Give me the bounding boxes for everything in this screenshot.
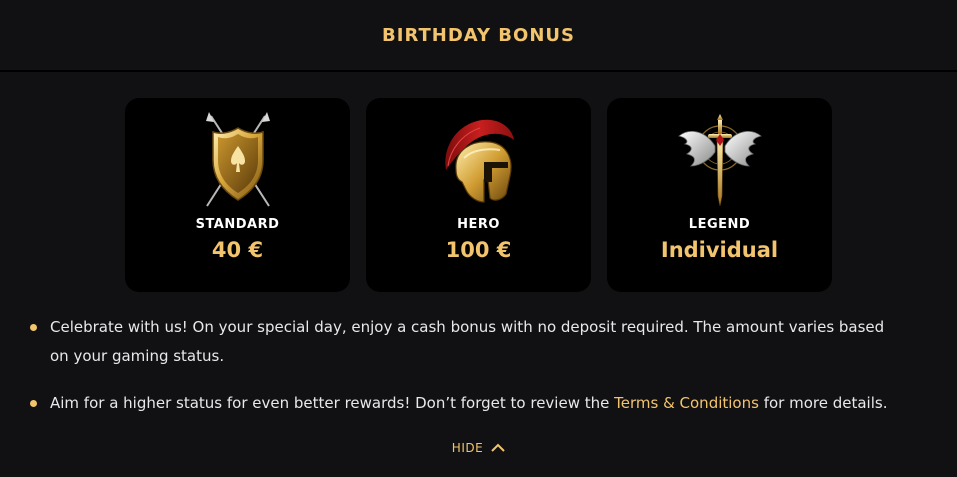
tier-card-standard: STANDARD 40 € xyxy=(125,98,350,292)
helmet-icon xyxy=(434,110,524,210)
tier-bonus-value: Individual xyxy=(660,238,779,262)
birthday-bonus-panel: BIRTHDAY BONUS STANDARD 40 € HERO 100 € … xyxy=(0,0,957,477)
bullet-dot-icon xyxy=(30,400,37,407)
bonus-info-list: Celebrate with us! On your special day, … xyxy=(30,313,907,437)
terms-and-conditions-link[interactable]: Terms & Conditions xyxy=(614,394,759,412)
tier-bonus-value: 100 € xyxy=(445,238,512,262)
tier-card-hero: HERO 100 € xyxy=(366,98,591,292)
bullet-text: Celebrate with us! On your special day, … xyxy=(50,318,885,365)
hide-toggle-button[interactable]: HIDE xyxy=(0,441,957,455)
tier-name: STANDARD xyxy=(195,217,280,232)
tier-bonus-value: 40 € xyxy=(211,238,264,262)
list-item: Celebrate with us! On your special day, … xyxy=(30,313,907,370)
tier-name: HERO xyxy=(457,217,500,232)
shield-icon xyxy=(193,110,283,210)
panel-header: BIRTHDAY BONUS xyxy=(0,0,957,72)
chevron-up-icon xyxy=(491,443,505,453)
hide-label: HIDE xyxy=(451,441,484,455)
bullet-text-before: Aim for a higher status for even better … xyxy=(50,394,615,412)
tier-cards: STANDARD 40 € HERO 100 € LEGEND Individu… xyxy=(125,98,832,292)
bullet-text-after: for more details. xyxy=(758,394,888,412)
bullet-dot-icon xyxy=(30,324,37,331)
tier-card-legend: LEGEND Individual xyxy=(607,98,832,292)
winged-sword-icon xyxy=(675,110,765,210)
tier-name: LEGEND xyxy=(688,217,751,232)
list-item: Aim for a higher status for even better … xyxy=(30,389,907,418)
panel-title: BIRTHDAY BONUS xyxy=(382,24,575,46)
